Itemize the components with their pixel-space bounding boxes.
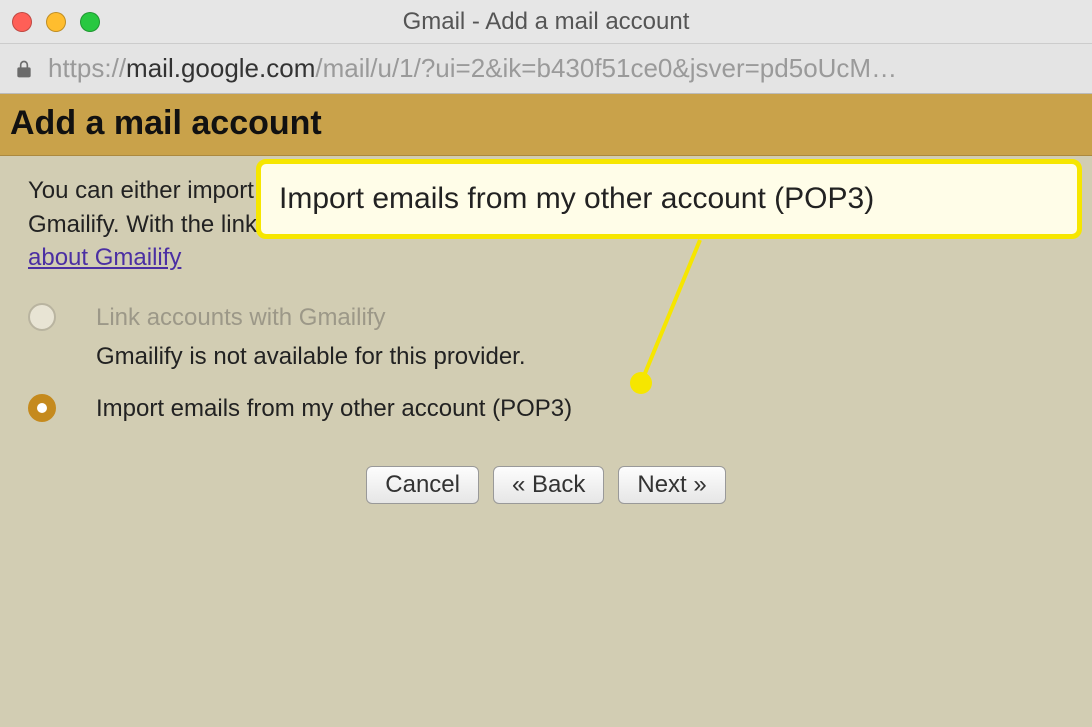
annotation-dot-icon [630, 372, 652, 394]
annotation-callout-text: Import emails from my other account (POP… [279, 182, 874, 216]
option-pop3[interactable]: Import emails from my other account (POP… [28, 392, 1064, 426]
address-bar[interactable]: https://mail.google.com/mail/u/1/?ui=2&i… [0, 44, 1092, 94]
zoom-window-icon[interactable] [80, 12, 100, 32]
cancel-button[interactable]: Cancel [366, 466, 479, 504]
window-title: Gmail - Add a mail account [0, 8, 1092, 36]
url-protocol: https:// [48, 53, 126, 84]
url-path: /mail/u/1/?ui=2&ik=b430f51ce0&jsver=pd5o… [315, 53, 897, 84]
option-gmailify[interactable]: Link accounts with Gmailify [28, 301, 1064, 335]
radio-pop3[interactable] [28, 394, 56, 422]
back-button[interactable]: « Back [493, 466, 604, 504]
window-titlebar: Gmail - Add a mail account [0, 0, 1092, 44]
annotation-callout: Import emails from my other account (POP… [256, 159, 1082, 239]
options-group: Link accounts with Gmailify Gmailify is … [28, 301, 1064, 426]
close-window-icon[interactable] [12, 12, 32, 32]
option-gmailify-subtext: Gmailify is not available for this provi… [96, 340, 1064, 374]
lock-icon [14, 59, 34, 79]
traffic-lights [12, 12, 100, 32]
url-host: mail.google.com [126, 53, 315, 84]
radio-gmailify[interactable] [28, 303, 56, 331]
option-pop3-label: Import emails from my other account (POP… [96, 392, 572, 426]
page-title: Add a mail account [10, 104, 1082, 143]
page-header: Add a mail account [0, 94, 1092, 156]
option-gmailify-label: Link accounts with Gmailify [96, 301, 385, 335]
minimize-window-icon[interactable] [46, 12, 66, 32]
next-button[interactable]: Next » [618, 466, 725, 504]
button-row: Cancel « Back Next » [28, 466, 1064, 504]
